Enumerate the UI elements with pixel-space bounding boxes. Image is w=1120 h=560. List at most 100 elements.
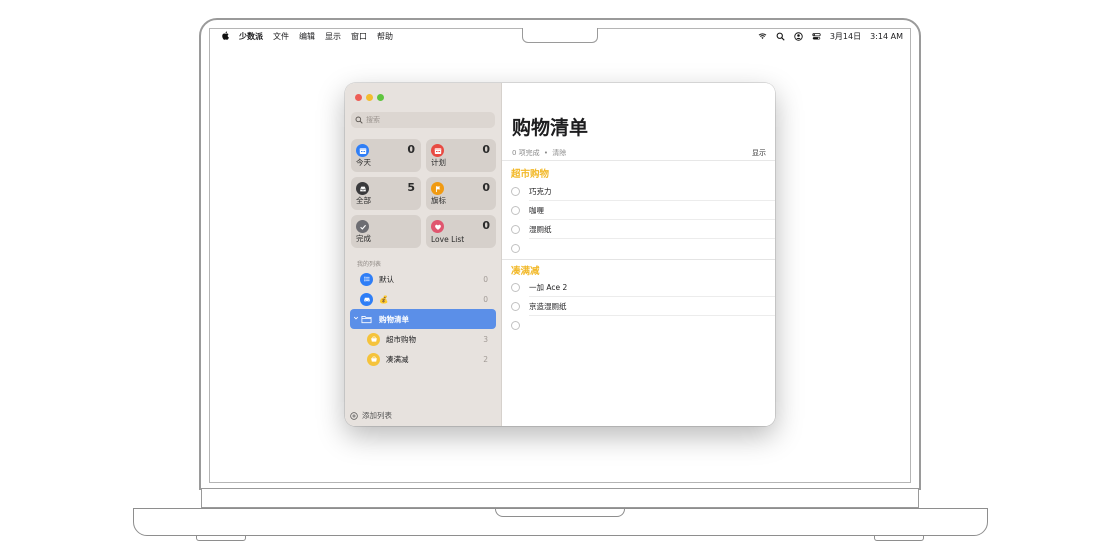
zoom-button[interactable] xyxy=(377,94,384,101)
group-label: 购物清单 xyxy=(379,314,409,324)
user-account-icon[interactable] xyxy=(794,32,803,41)
list-count: 2 xyxy=(483,354,488,364)
menu-window[interactable]: 窗口 xyxy=(351,31,367,42)
list-count: 0 xyxy=(483,274,488,284)
list-item-discount[interactable]: 凑满减 2 xyxy=(350,349,496,369)
menu-file[interactable]: 文件 xyxy=(273,31,289,42)
flagged-label: 旗标 xyxy=(431,196,446,205)
list-item-supermarket[interactable]: 超市购物 3 xyxy=(350,329,496,349)
list-item-default[interactable]: 默认 0 xyxy=(350,269,496,289)
camera-notch xyxy=(522,28,598,43)
basket-icon xyxy=(367,332,380,346)
list-label: 超市购物 xyxy=(386,334,416,344)
new-reminder-row[interactable] xyxy=(511,316,775,335)
add-list-button[interactable]: 添加列表 xyxy=(350,410,392,421)
basket-icon xyxy=(367,352,380,366)
menu-view[interactable]: 显示 xyxy=(325,31,341,42)
tray-icon xyxy=(356,182,369,195)
show-button[interactable]: 显示 xyxy=(752,148,766,158)
reminder-checkbox[interactable] xyxy=(511,225,520,234)
list-label: 默认 xyxy=(379,274,394,284)
chevron-down-icon[interactable] xyxy=(353,315,359,323)
list-title: 购物清单 xyxy=(512,117,589,139)
today-count: 0 xyxy=(407,143,415,156)
reminder-item[interactable]: 咖喱 xyxy=(511,201,775,220)
search-icon xyxy=(355,116,363,124)
apple-menu-icon[interactable] xyxy=(222,31,230,43)
section-title-discount[interactable]: 凑满减 xyxy=(511,263,540,277)
reminder-text[interactable]: 一加 Ace 2 xyxy=(529,282,567,293)
menubar-time[interactable]: 3:14 AM xyxy=(870,32,903,41)
new-reminder-row[interactable] xyxy=(511,239,775,258)
completed-summary: 0 项完成 • 清除 xyxy=(512,148,566,158)
list-bullet-icon xyxy=(360,272,373,286)
search-field[interactable]: 搜索 xyxy=(351,112,495,128)
list-group-shopping[interactable]: 购物清单 xyxy=(350,309,496,329)
heart-icon xyxy=(431,220,444,233)
calendar-scheduled-icon xyxy=(431,144,444,157)
my-lists-header: 我的列表 xyxy=(357,261,382,268)
sidebar: 搜索 0 今天 0 计划 5 全部 0 旗标 完成 0 Love List 我的… xyxy=(345,83,502,426)
header-divider xyxy=(502,160,775,161)
laptop-foot-left xyxy=(196,536,246,541)
window-controls xyxy=(355,94,384,101)
calendar-today-icon xyxy=(356,144,369,157)
smart-list-scheduled[interactable]: 0 计划 xyxy=(426,139,496,172)
list-count: 0 xyxy=(483,294,488,304)
reminder-item[interactable]: 一加 Ace 2 xyxy=(511,278,775,297)
all-label: 全部 xyxy=(356,196,371,205)
laptop-foot-right xyxy=(874,536,924,541)
smart-list-completed[interactable]: 完成 xyxy=(351,215,421,248)
smart-list-love-list[interactable]: 0 Love List xyxy=(426,215,496,248)
completed-label: 完成 xyxy=(356,234,371,243)
reminder-item[interactable]: 湿厕纸 xyxy=(511,220,775,239)
checkmark-icon xyxy=(356,220,369,233)
list-item-money[interactable]: 💰 0 xyxy=(350,289,496,309)
close-button[interactable] xyxy=(355,94,362,101)
scheduled-count: 0 xyxy=(482,143,490,156)
section-title-supermarket[interactable]: 超市购物 xyxy=(511,166,549,180)
add-list-label: 添加列表 xyxy=(362,411,392,420)
reminder-item[interactable]: 京造湿厕纸 xyxy=(511,297,775,316)
list-label: 凑满减 xyxy=(386,354,409,364)
laptop-hinge xyxy=(201,489,919,508)
reminder-item[interactable]: 巧克力 xyxy=(511,182,775,201)
minimize-button[interactable] xyxy=(366,94,373,101)
control-center-icon[interactable] xyxy=(812,32,821,41)
scheduled-label: 计划 xyxy=(431,158,446,167)
love-list-count: 0 xyxy=(482,219,490,232)
folder-icon xyxy=(360,313,373,326)
car-icon xyxy=(360,292,373,306)
reminder-text[interactable]: 巧克力 xyxy=(529,186,552,197)
spotlight-search-icon[interactable] xyxy=(776,32,785,41)
reminder-checkbox[interactable] xyxy=(511,187,520,196)
reminder-checkbox[interactable] xyxy=(511,206,520,215)
reminder-checkbox[interactable] xyxy=(511,321,520,330)
reminder-checkbox[interactable] xyxy=(511,302,520,311)
wifi-icon[interactable] xyxy=(758,32,767,41)
smart-list-today[interactable]: 0 今天 xyxy=(351,139,421,172)
reminder-text[interactable]: 京造湿厕纸 xyxy=(529,301,567,312)
flagged-count: 0 xyxy=(482,181,490,194)
reminders-window: 搜索 0 今天 0 计划 5 全部 0 旗标 完成 0 Love List 我的… xyxy=(345,83,775,426)
section-divider xyxy=(502,259,775,260)
menu-edit[interactable]: 编辑 xyxy=(299,31,315,42)
reminder-checkbox[interactable] xyxy=(511,283,520,292)
clear-button[interactable]: 清除 xyxy=(552,149,566,157)
reminder-text[interactable]: 湿厕纸 xyxy=(529,224,552,235)
plus-circle-icon xyxy=(350,411,358,420)
all-count: 5 xyxy=(407,181,415,194)
smart-list-all[interactable]: 5 全部 xyxy=(351,177,421,210)
reminder-text[interactable]: 咖喱 xyxy=(529,205,544,216)
today-label: 今天 xyxy=(356,158,371,167)
reminder-checkbox[interactable] xyxy=(511,244,520,253)
smart-list-flagged[interactable]: 0 旗标 xyxy=(426,177,496,210)
main-content: 购物清单 0 项完成 • 清除 显示 超市购物 巧克力 咖喱 湿厕纸 凑满减 一… xyxy=(502,83,775,426)
list-count: 3 xyxy=(483,334,488,344)
laptop-base-groove xyxy=(495,508,625,517)
completed-text: 0 项完成 xyxy=(512,149,540,157)
summary-dot: • xyxy=(543,149,549,157)
menu-help[interactable]: 帮助 xyxy=(377,31,393,42)
menubar-date[interactable]: 3月14日 xyxy=(830,31,861,42)
menu-app-name[interactable]: 少数派 xyxy=(239,31,263,42)
